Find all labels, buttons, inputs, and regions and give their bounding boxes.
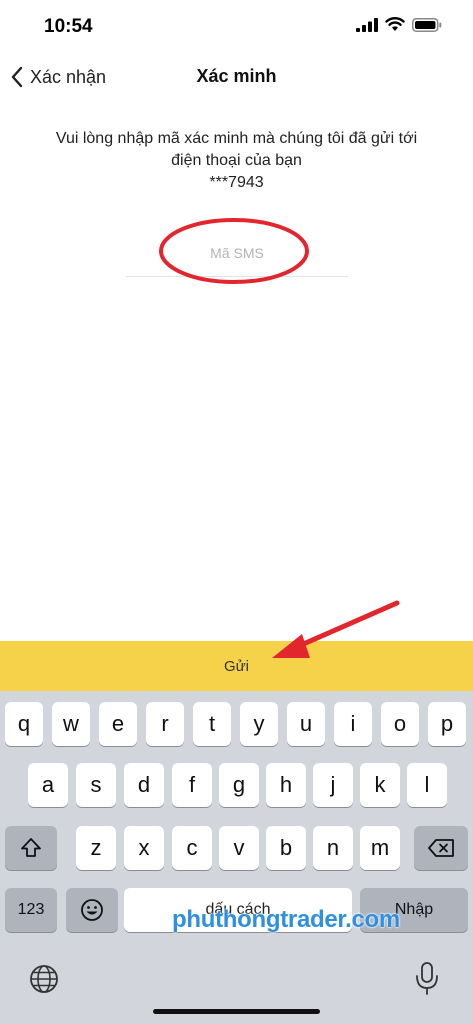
keyboard: q w e r t y u i o p a s d f g h j k l z …	[0, 691, 473, 1024]
emoji-key[interactable]	[66, 888, 118, 932]
key-c[interactable]: c	[172, 826, 212, 870]
globe-icon[interactable]	[28, 963, 60, 995]
key-k[interactable]: k	[360, 763, 400, 807]
key-p[interactable]: p	[428, 702, 466, 746]
sms-code-input[interactable]	[126, 228, 348, 278]
cellular-signal-icon	[356, 18, 378, 32]
key-s[interactable]: s	[76, 763, 116, 807]
microphone-icon[interactable]	[414, 961, 440, 997]
key-r[interactable]: r	[146, 702, 184, 746]
instruction-text: Vui lòng nhập mã xác minh mà chúng tôi đ…	[20, 128, 453, 194]
key-v[interactable]: v	[219, 826, 259, 870]
key-n[interactable]: n	[313, 826, 353, 870]
chevron-left-icon	[11, 66, 23, 88]
sms-code-field	[126, 228, 348, 278]
key-j[interactable]: j	[313, 763, 353, 807]
key-i[interactable]: i	[334, 702, 372, 746]
key-a[interactable]: a	[28, 763, 68, 807]
key-f[interactable]: f	[172, 763, 212, 807]
status-time: 10:54	[44, 16, 93, 37]
home-indicator	[153, 1009, 320, 1014]
instruction-line-2: điện thoại của bạn	[171, 152, 302, 169]
key-u[interactable]: u	[287, 702, 325, 746]
return-key[interactable]: Nhập	[360, 888, 468, 932]
key-w[interactable]: w	[52, 702, 90, 746]
send-button-label: Gửi	[223, 657, 250, 675]
wifi-icon	[385, 17, 405, 31]
masked-phone-number: ***7943	[209, 174, 264, 191]
key-o[interactable]: o	[381, 702, 419, 746]
key-y[interactable]: y	[240, 702, 278, 746]
key-l[interactable]: l	[407, 763, 447, 807]
key-q[interactable]: q	[5, 702, 43, 746]
input-underline	[126, 276, 348, 277]
key-t[interactable]: t	[193, 702, 231, 746]
send-button[interactable]: Gửi	[0, 641, 473, 691]
emoji-icon	[81, 899, 103, 921]
key-d[interactable]: d	[124, 763, 164, 807]
navigation-bar: Xác nhận Xác minh	[0, 56, 473, 100]
key-e[interactable]: e	[99, 702, 137, 746]
instruction-line-1: Vui lòng nhập mã xác minh mà chúng tôi đ…	[55, 130, 418, 147]
key-h[interactable]: h	[266, 763, 306, 807]
back-button[interactable]: Xác nhận	[10, 62, 106, 92]
backspace-icon	[428, 839, 454, 857]
delete-key[interactable]	[414, 826, 468, 870]
shift-key[interactable]	[5, 826, 57, 870]
key-g[interactable]: g	[219, 763, 259, 807]
battery-icon	[412, 18, 442, 32]
status-bar: 10:54	[0, 0, 473, 52]
space-key[interactable]: dấu cách	[124, 888, 352, 932]
numbers-key[interactable]: 123	[5, 888, 57, 932]
shift-icon	[21, 838, 41, 857]
key-x[interactable]: x	[124, 826, 164, 870]
key-m[interactable]: m	[360, 826, 400, 870]
back-label: Xác nhận	[30, 66, 107, 87]
key-b[interactable]: b	[266, 826, 306, 870]
key-z[interactable]: z	[76, 826, 116, 870]
